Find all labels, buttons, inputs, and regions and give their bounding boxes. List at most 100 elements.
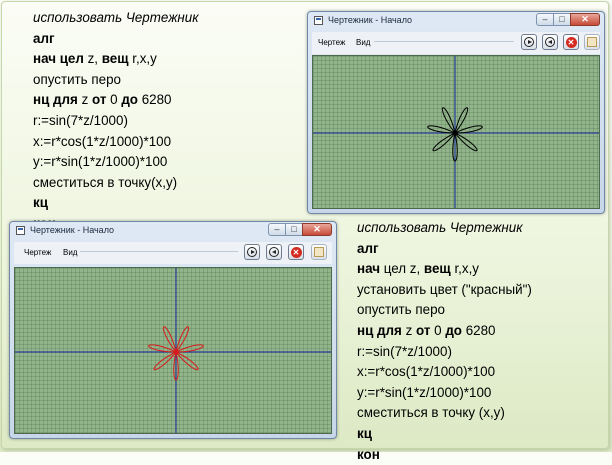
- code-token: опустить перо: [357, 302, 445, 318]
- menu-item-drawing[interactable]: Чертеж: [24, 248, 51, 257]
- program-text-2: использовать Чертежник алг нач цел z, вещ …: [357, 218, 532, 465]
- code-token: от: [416, 322, 431, 338]
- menu-item-drawing[interactable]: Чертеж: [318, 38, 345, 47]
- code-line: кц: [357, 424, 532, 445]
- code-token: сместиться в точку (x,y): [357, 405, 505, 421]
- code-token: вещ: [101, 51, 129, 67]
- code-token: до: [445, 322, 462, 338]
- code-line: x:=r*cos(1*z/1000)*100: [33, 132, 199, 153]
- drawing-canvas[interactable]: [312, 55, 600, 209]
- code-token: от: [92, 92, 107, 108]
- step-back-button[interactable]: [266, 244, 282, 260]
- code-line: y:=r*sin(1*z/1000)*100: [33, 152, 199, 173]
- code-line: алг: [33, 29, 199, 50]
- code-token: z: [77, 92, 93, 108]
- stop-button[interactable]: ✕: [288, 244, 304, 260]
- drawing-canvas[interactable]: [14, 267, 332, 434]
- menu-bar: Чертеж Вид ✕: [312, 32, 600, 54]
- code-token: использовать Чертежник: [357, 220, 523, 235]
- code-token: 6280: [138, 92, 172, 108]
- document-button[interactable]: [584, 34, 600, 50]
- code-token: нач: [357, 261, 380, 277]
- code-token: 0: [430, 322, 446, 338]
- code-line: r:=sin(7*z/1000): [357, 342, 532, 363]
- document-button[interactable]: [311, 244, 327, 260]
- code-token: кон: [357, 446, 380, 462]
- code-token: вещ: [423, 261, 451, 277]
- code-line: использовать Чертежник: [33, 8, 199, 29]
- menu-item-view[interactable]: Вид: [356, 38, 370, 47]
- drawing-svg: [15, 268, 331, 433]
- code-token: 0: [106, 92, 122, 108]
- run-button[interactable]: [244, 244, 260, 260]
- code-token: кц: [357, 425, 372, 441]
- code-token: алг: [357, 240, 379, 256]
- code-token: опустить перо: [33, 71, 121, 87]
- code-token: установить цвет ("красный"): [357, 281, 532, 297]
- code-line: y:=r*sin(1*z/1000)*100: [357, 383, 532, 404]
- code-token: до: [121, 92, 138, 108]
- close-button[interactable]: ✕: [570, 13, 600, 26]
- menu-divider: [374, 41, 514, 42]
- code-token: x:=r*cos(1*z/1000)*100: [33, 133, 172, 149]
- code-line: нач цел z, вещ r,x,y: [357, 259, 532, 280]
- drawer-window-2: Чертежник - Начало – □ ✕ Чертеж Вид ✕: [9, 221, 337, 439]
- code-line: кц: [33, 193, 199, 214]
- code-token: r:=sin(7*z/1000): [357, 343, 452, 359]
- app-icon: [314, 16, 323, 25]
- code-line: использовать Чертежник: [357, 218, 532, 239]
- code-token: сместиться в точку(x,y): [33, 174, 178, 190]
- code-token: нач цел: [33, 51, 84, 67]
- code-line: сместиться в точку(x,y): [33, 173, 199, 194]
- code-line: опустить перо: [33, 70, 199, 91]
- title-bar[interactable]: Чертежник - Начало – □ ✕: [308, 12, 604, 30]
- window-controls: – □ ✕: [536, 13, 600, 27]
- back-circle-icon: [545, 37, 555, 47]
- document-icon: [587, 37, 597, 47]
- step-back-button[interactable]: [542, 34, 558, 50]
- code-token: цел z,: [379, 261, 424, 277]
- code-token: x:=r*cos(1*z/1000)*100: [357, 364, 496, 380]
- code-token: нц для: [357, 322, 402, 338]
- minimize-button[interactable]: –: [268, 223, 286, 236]
- stop-button[interactable]: ✕: [563, 34, 579, 50]
- window-controls: – □ ✕: [268, 223, 332, 237]
- menu-divider: [80, 251, 238, 252]
- code-line: r:=sin(7*z/1000): [33, 111, 199, 132]
- code-token: z: [401, 322, 417, 338]
- maximize-button[interactable]: □: [285, 223, 303, 236]
- code-token: кц: [33, 195, 48, 211]
- program-text-1: использовать Чертежник алг нач цел z, вещ …: [33, 8, 199, 235]
- stop-icon: ✕: [565, 36, 577, 48]
- code-token: r:=sin(7*z/1000): [33, 112, 128, 128]
- code-token: r,x,y: [450, 261, 479, 277]
- code-token: y:=r*sin(1*z/1000)*100: [33, 154, 168, 170]
- code-line: кон: [357, 445, 532, 465]
- code-line: опустить перо: [357, 300, 532, 321]
- back-circle-icon: [269, 247, 279, 257]
- code-token: 6280: [462, 322, 496, 338]
- code-line: установить цвет ("красный"): [357, 280, 532, 301]
- code-token: r,x,y: [128, 51, 157, 67]
- app-icon: [16, 226, 25, 235]
- menu-item-view[interactable]: Вид: [63, 248, 77, 257]
- drawer-window-1: Чертежник - Начало – □ ✕ Чертеж Вид ✕: [307, 11, 605, 214]
- code-line: нач цел z, вещ r,x,y: [33, 49, 199, 70]
- stop-icon: ✕: [290, 246, 302, 258]
- code-line: x:=r*cos(1*z/1000)*100: [357, 362, 532, 383]
- drawing-svg: [313, 56, 599, 208]
- run-button[interactable]: [521, 34, 537, 50]
- play-circle-icon: [524, 37, 534, 47]
- code-token: алг: [33, 30, 55, 46]
- code-token: y:=r*sin(1*z/1000)*100: [357, 384, 492, 400]
- code-token: использовать Чертежник: [33, 10, 199, 25]
- menu-bar: Чертеж Вид ✕: [14, 242, 332, 264]
- play-circle-icon: [247, 247, 257, 257]
- title-bar[interactable]: Чертежник - Начало – □ ✕: [10, 222, 336, 240]
- close-button[interactable]: ✕: [302, 223, 332, 236]
- maximize-button[interactable]: □: [553, 13, 571, 26]
- code-line: алг: [357, 239, 532, 260]
- window-title: Чертежник - Начало: [30, 225, 115, 235]
- minimize-button[interactable]: –: [536, 13, 554, 26]
- code-line: нц для z от 0 до 6280: [33, 90, 199, 111]
